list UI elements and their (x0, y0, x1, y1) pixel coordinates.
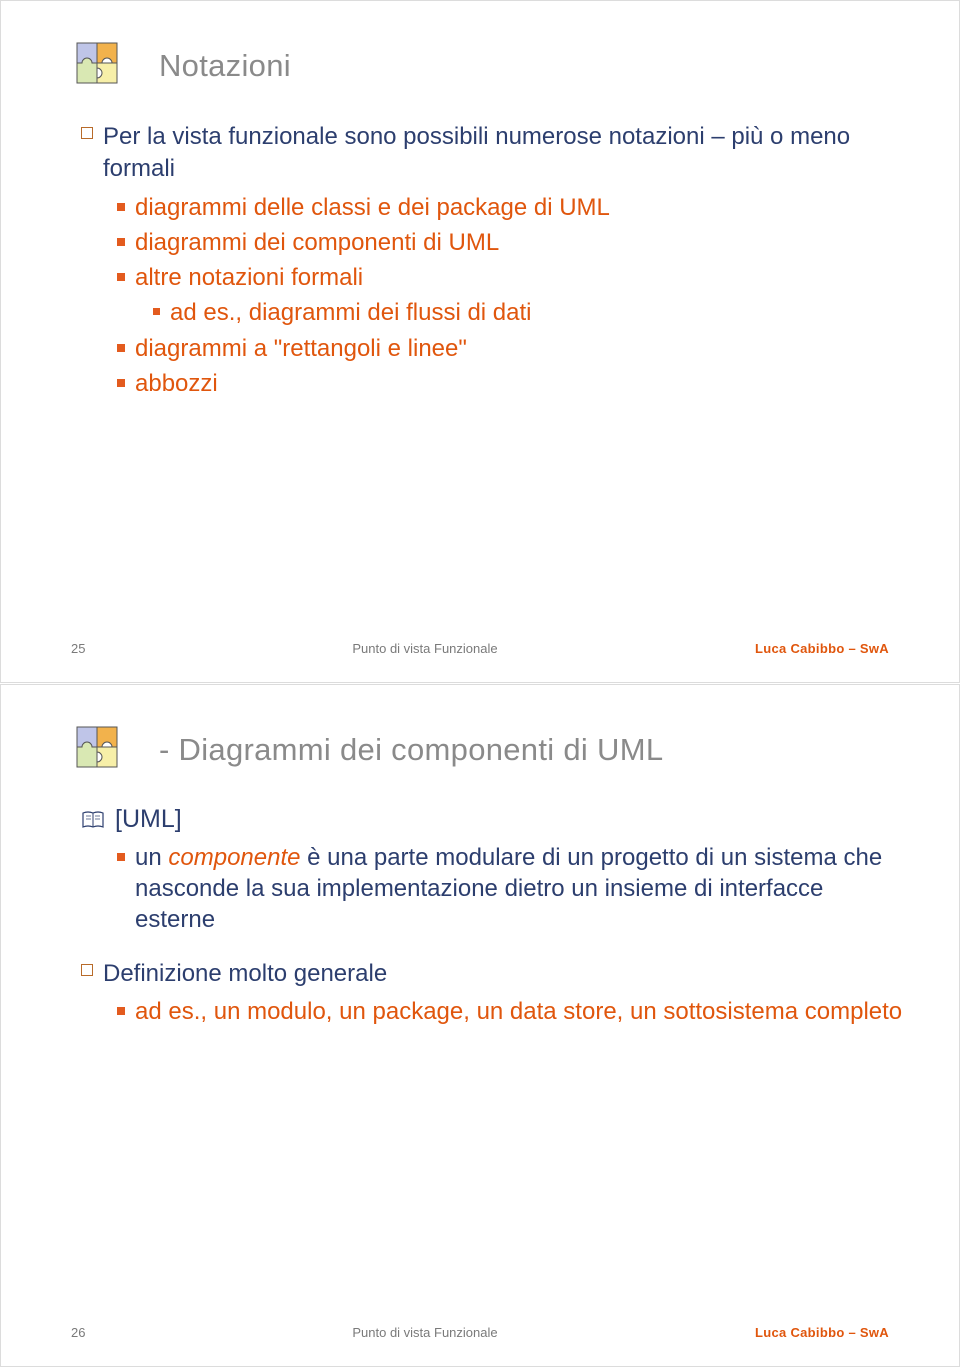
puzzle-icon (65, 715, 135, 785)
slide-content: un componente è una parte modulare di un… (81, 842, 909, 1027)
bullet-level2: diagrammi a "rettangoli e linee" (117, 333, 909, 364)
bullet-level1: Definizione molto generale (81, 958, 909, 990)
footer-center: Punto di vista Funzionale (131, 641, 719, 656)
square-bullet-icon (153, 308, 160, 315)
slide-header: Notazioni (65, 31, 909, 101)
square-bullet-icon (117, 273, 125, 281)
book-reference: [UML] (81, 805, 909, 834)
bullet-level1: Per la vista funzionale sono possibili n… (81, 121, 909, 186)
bullet-text: diagrammi dei componenti di UML (135, 227, 499, 258)
slide-26: - Diagrammi dei componenti di UML [UML] … (0, 684, 960, 1367)
square-bullet-icon (81, 127, 93, 139)
puzzle-icon (65, 31, 135, 101)
bullet-text: un componente è una parte modulare di un… (135, 842, 909, 936)
slide-footer: 25 Punto di vista Funzionale Luca Cabibb… (1, 641, 959, 656)
bullet-text: abbozzi (135, 368, 218, 399)
square-bullet-icon (117, 1007, 125, 1015)
bullet-text: ad es., diagrammi dei flussi di dati (170, 297, 532, 328)
bullet-level2: altre notazioni formali (117, 262, 909, 293)
footer-center: Punto di vista Funzionale (131, 1325, 719, 1340)
slide-header: - Diagrammi dei componenti di UML (65, 715, 909, 785)
bullet-level2: un componente è una parte modulare di un… (117, 842, 909, 936)
page-number: 26 (71, 1325, 131, 1340)
slide-footer: 26 Punto di vista Funzionale Luca Cabibb… (1, 1325, 959, 1340)
bullet-level2: ad es., un modulo, un package, un data s… (117, 996, 909, 1027)
bullet-text: altre notazioni formali (135, 262, 363, 293)
slide-title: Notazioni (159, 48, 291, 84)
slide-title: - Diagrammi dei componenti di UML (159, 732, 663, 768)
footer-author: Luca Cabibbo – SwA (719, 641, 889, 656)
square-bullet-icon (117, 344, 125, 352)
page-number: 25 (71, 641, 131, 656)
slide-content: Per la vista funzionale sono possibili n… (81, 121, 909, 399)
bullet-text: diagrammi delle classi e dei package di … (135, 192, 610, 223)
bullet-level2: diagrammi dei componenti di UML (117, 227, 909, 258)
bullet-level3: ad es., diagrammi dei flussi di dati (153, 297, 909, 328)
square-bullet-icon (117, 203, 125, 211)
bullet-text: Definizione molto generale (103, 958, 387, 990)
book-icon (81, 811, 105, 829)
bullet-level2: diagrammi delle classi e dei package di … (117, 192, 909, 223)
footer-author: Luca Cabibbo – SwA (719, 1325, 889, 1340)
square-bullet-icon (81, 964, 93, 976)
text-emphasis: componente (168, 844, 300, 871)
bullet-text: ad es., un modulo, un package, un data s… (135, 996, 902, 1027)
square-bullet-icon (117, 379, 125, 387)
slide-25: Notazioni Per la vista funzionale sono p… (0, 0, 960, 683)
bullet-text: Per la vista funzionale sono possibili n… (103, 121, 909, 186)
bullet-level2: abbozzi (117, 368, 909, 399)
reference-label: [UML] (115, 805, 182, 834)
square-bullet-icon (117, 853, 125, 861)
square-bullet-icon (117, 238, 125, 246)
text-pre: un (135, 844, 168, 871)
bullet-text: diagrammi a "rettangoli e linee" (135, 333, 467, 364)
